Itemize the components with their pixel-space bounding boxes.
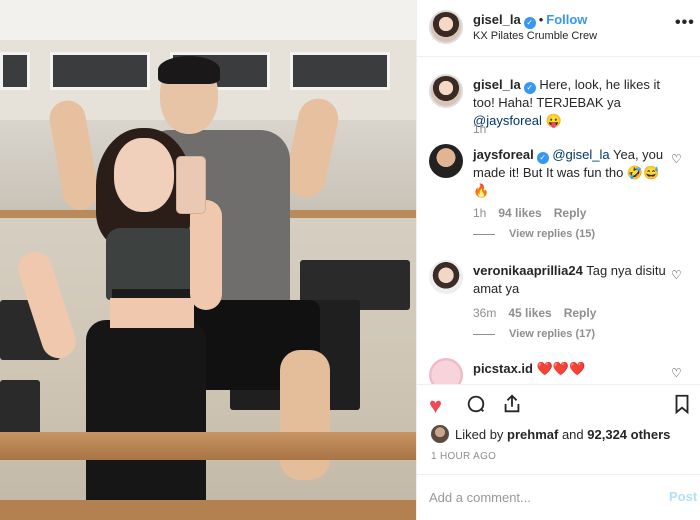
comments-list[interactable]: gisel_la ✓ Here, look, he likes it too! H…	[417, 58, 700, 384]
phone	[176, 156, 206, 214]
avatar[interactable]	[429, 358, 463, 384]
share-svg	[504, 394, 520, 413]
post-panel: gisel_la ✓ • Follow KX Pilates Crumble Crew…	[416, 0, 700, 520]
avatar[interactable]	[429, 144, 463, 178]
avatar[interactable]	[429, 260, 463, 294]
comment-text: jaysforeal ✓ @gisel_la Yea, you made it! …	[473, 146, 669, 200]
avatar[interactable]	[429, 74, 463, 108]
liked-by-user[interactable]: prehmaf	[507, 427, 558, 442]
liked-by: Liked by prehmaf and 92,324 others	[455, 427, 670, 442]
more-options-icon[interactable]: •••	[675, 14, 695, 32]
woman-leggings	[86, 320, 206, 520]
comment-meta: 1h 94 likes Reply	[473, 206, 598, 220]
comment-input[interactable]	[429, 487, 649, 507]
caption-meta: 1h	[473, 122, 498, 136]
view-replies-button[interactable]: View replies (17)	[473, 328, 595, 340]
caption-text: gisel_la ✓ Here, look, he likes it too! H…	[473, 76, 669, 130]
divider-line	[473, 333, 495, 335]
view-replies-button[interactable]: View replies (15)	[473, 228, 595, 240]
follow-button[interactable]: Follow	[546, 12, 587, 27]
verified-icon: ✓	[536, 152, 549, 164]
mention-link[interactable]: @gisel_la	[552, 147, 609, 162]
comment-bubble-svg	[467, 395, 485, 413]
timestamp[interactable]: 1h	[473, 206, 486, 220]
username[interactable]: gisel_la	[473, 12, 521, 27]
username[interactable]: veronikaaprillia24	[473, 263, 583, 278]
man-leg	[280, 350, 330, 480]
comment-icon[interactable]	[465, 393, 487, 421]
post-photo[interactable]	[0, 0, 416, 520]
reformer-machine	[0, 380, 40, 440]
liked-by-mid: and	[558, 427, 588, 442]
comment-body: ❤️❤️❤️	[536, 361, 586, 376]
woman-arm	[190, 200, 222, 310]
window	[50, 52, 150, 90]
divider-line	[473, 233, 495, 235]
post-actions: ♥ Liked by prehmaf and 92,324 others 1 H…	[417, 384, 700, 474]
likes-count-link[interactable]: 92,324 others	[587, 427, 670, 442]
woman-midriff	[110, 298, 194, 328]
comment-like-icon[interactable]: ♡	[671, 366, 682, 380]
verified-icon: ✓	[523, 82, 536, 94]
comment-text: picstax.id ❤️❤️❤️	[473, 360, 669, 378]
view-replies-label: View replies (15)	[509, 228, 596, 240]
ballet-bar	[0, 500, 416, 520]
location-link[interactable]: KX Pilates Crumble Crew	[473, 30, 597, 42]
likes-count[interactable]: 94 likes	[498, 206, 541, 220]
add-comment-bar: Post	[417, 474, 700, 520]
bookmark-svg	[675, 394, 689, 415]
bookmark-icon[interactable]	[671, 393, 693, 421]
emoji: 😛	[545, 113, 562, 128]
avatar[interactable]	[429, 10, 463, 44]
comment-like-icon[interactable]: ♡	[671, 152, 682, 166]
comment-text: veronikaaprillia24 Tag nya disitu amat y…	[473, 262, 669, 298]
comment-meta: 36m 45 likes Reply	[473, 306, 608, 320]
ballet-bar	[0, 432, 416, 460]
post-header: gisel_la ✓ • Follow KX Pilates Crumble Crew…	[417, 0, 700, 57]
separator-dot: •	[538, 12, 544, 27]
header-user: gisel_la ✓ • Follow	[473, 12, 587, 29]
window	[290, 52, 390, 90]
username[interactable]: gisel_la	[473, 77, 521, 92]
username[interactable]: picstax.id	[473, 361, 533, 376]
view-replies-label: View replies (17)	[509, 328, 596, 340]
likes-count[interactable]: 45 likes	[508, 306, 551, 320]
window	[0, 52, 30, 90]
reply-button[interactable]: Reply	[554, 206, 587, 220]
verified-icon: ✓	[523, 17, 536, 29]
timestamp[interactable]: 1h	[473, 122, 486, 136]
comment-like-icon[interactable]: ♡	[671, 268, 682, 282]
reply-button[interactable]: Reply	[564, 306, 597, 320]
post-timestamp[interactable]: 1 HOUR AGO	[431, 451, 496, 462]
timestamp[interactable]: 36m	[473, 306, 496, 320]
username[interactable]: jaysforeal	[473, 147, 534, 162]
woman-face	[114, 138, 174, 212]
man-hair	[158, 56, 220, 84]
liked-by-prefix: Liked by	[455, 427, 508, 442]
post-button[interactable]: Post	[669, 489, 697, 504]
share-icon[interactable]	[501, 393, 523, 421]
ceiling	[0, 0, 416, 40]
like-heart-icon[interactable]: ♥	[429, 393, 442, 419]
avatar[interactable]	[431, 425, 449, 443]
